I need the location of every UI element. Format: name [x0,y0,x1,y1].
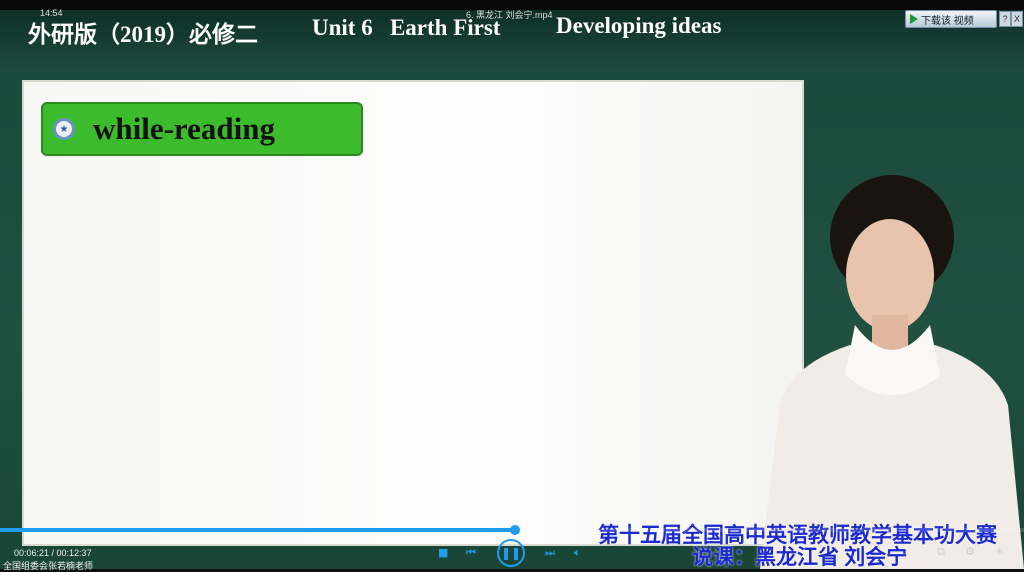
uploader-label: 全国组委会张若楠老师 [3,561,94,571]
progress-fill [0,528,516,532]
volume-icon[interactable]: 🔈︎ [574,546,581,560]
download-label: 下载该 视频 [921,15,974,27]
play-icon [910,14,918,24]
close-button[interactable]: X [1011,11,1023,27]
star-badge-icon: ★ [53,118,75,140]
fullscreen-icon[interactable]: ✳ [995,545,1004,558]
progress-handle[interactable] [510,525,521,535]
slide: ★ while-reading [22,80,804,546]
caption-speaker: 说课：黑龙江省 刘会宁 [692,545,908,569]
presenter-image [760,175,1024,569]
video-frame[interactable]: 14:54 6. 黑龙江 刘会宁.mp4 外研版（2019）必修二 Unit 6… [0,0,1024,569]
slide-heading: ★ while-reading [41,102,363,156]
title-section: Developing ideas [556,13,722,38]
time-display: 00:06:21 / 00:12:37 [14,548,92,558]
settings-icon[interactable]: ⚙ [965,545,975,558]
title-book: 外研版（2019）必修二 [28,22,258,47]
stop-icon[interactable]: ■ [438,546,448,559]
help-button[interactable]: ? [999,11,1011,27]
download-video-button[interactable]: 下载该 视频 [905,10,997,28]
pause-button[interactable]: ❚❚ [497,539,525,567]
previous-icon[interactable]: ⏮ [466,546,476,560]
slide-heading-text: while-reading [93,111,275,146]
title-unit: Unit 6 Earth First [312,15,501,40]
next-icon[interactable]: ⏭ [545,546,555,560]
snapshot-icon[interactable]: ⧉ [937,545,945,559]
